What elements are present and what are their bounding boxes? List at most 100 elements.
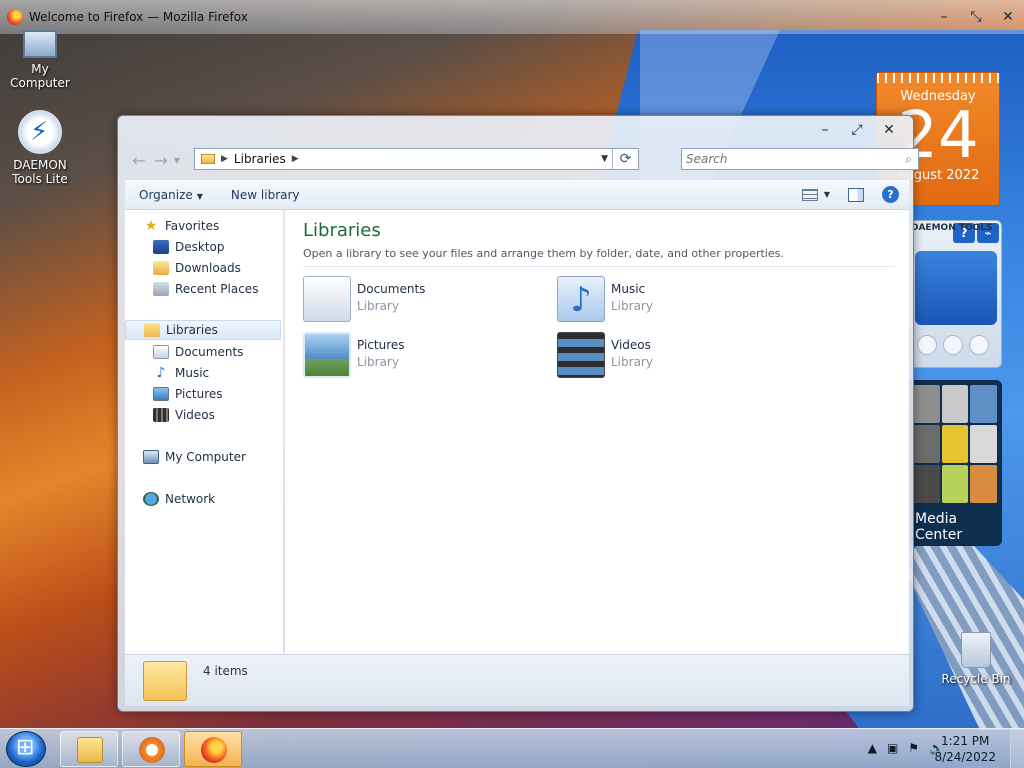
library-text: Documents Library: [357, 276, 425, 313]
media-center-label: Media Center: [915, 511, 963, 543]
nav-item-label: Downloads: [175, 261, 241, 275]
taskbar-media-player-button[interactable]: [122, 731, 180, 767]
mount-icon[interactable]: [917, 335, 937, 355]
desktop-icon-label: DAEMON Tools Lite: [12, 158, 68, 186]
library-type: Library: [611, 355, 653, 369]
daemon-tools-gadget[interactable]: DAEMON TOOLS ? ⌁: [910, 220, 1002, 368]
pictures-library-icon: [303, 332, 351, 378]
nav-item-downloads[interactable]: Downloads: [153, 258, 241, 278]
show-hidden-icons-icon[interactable]: ▲: [868, 741, 877, 755]
action-center-icon[interactable]: ⚑: [908, 741, 919, 755]
nav-item-libraries[interactable]: Libraries: [125, 320, 281, 340]
desktop-icon-label: Recycle Bin: [941, 672, 1011, 686]
nav-item-documents[interactable]: Documents: [153, 342, 243, 362]
media-tile[interactable]: [941, 385, 969, 423]
breadcrumb-separator-icon[interactable]: ▶: [221, 154, 228, 164]
help-icon[interactable]: ?: [882, 186, 899, 203]
clock[interactable]: 1:21 PM 8/24/2022: [934, 733, 996, 765]
firefox-titlebar[interactable]: Welcome to Firefox — Mozilla Firefox – ⤡…: [0, 0, 1024, 34]
library-text: Pictures Library: [357, 332, 405, 369]
view-icon: [801, 188, 818, 201]
add-drive-icon[interactable]: [943, 335, 963, 355]
media-tile[interactable]: [913, 465, 940, 503]
media-tile[interactable]: [970, 385, 997, 423]
nav-item-videos[interactable]: Videos: [153, 405, 215, 425]
media-tile[interactable]: [941, 465, 969, 503]
search-input[interactable]: [686, 152, 886, 166]
organize-label: Organize: [139, 187, 193, 202]
desktop-icon-daemon-tools[interactable]: DAEMON Tools Lite: [0, 110, 80, 186]
show-desktop-button[interactable]: [1010, 729, 1024, 768]
remove-drive-icon[interactable]: [969, 335, 989, 355]
address-bar[interactable]: ▶ Libraries ▶ ▼ ⟳: [194, 148, 639, 170]
clock-time: 1:21 PM: [941, 734, 990, 748]
item-count: 4 items: [203, 664, 248, 678]
nav-item-desktop[interactable]: Desktop: [153, 237, 225, 257]
nav-item-my-computer[interactable]: My Computer: [143, 447, 246, 467]
explorer-window-controls: – ⤢ ✕: [809, 122, 905, 138]
desktop-icon-my-computer[interactable]: My Computer: [0, 30, 80, 90]
daemon-gadget-tools: [911, 329, 1001, 361]
preview-pane-icon[interactable]: [848, 187, 864, 202]
library-documents[interactable]: Documents Library: [303, 276, 425, 322]
daemon-gadget-body[interactable]: [915, 251, 997, 325]
close-button[interactable]: ✕: [873, 122, 905, 138]
nav-item-network[interactable]: Network: [143, 489, 215, 509]
library-pictures[interactable]: Pictures Library: [303, 332, 405, 378]
back-arrow-icon[interactable]: ←: [128, 151, 150, 170]
media-center-gadget[interactable]: Media Center: [908, 380, 1002, 546]
recent-places-icon: [153, 282, 169, 296]
search-icon[interactable]: ⌕: [905, 152, 912, 167]
firefox-window-controls: – ⤡ ✕: [928, 0, 1024, 34]
nav-item-label: Videos: [175, 408, 215, 422]
nav-item-recent-places[interactable]: Recent Places: [153, 279, 258, 299]
folder-icon: [77, 737, 103, 763]
taskbar-firefox-button[interactable]: [184, 731, 242, 767]
media-tile[interactable]: [941, 425, 969, 463]
nav-item-favorites[interactable]: ★ Favorites: [143, 216, 220, 236]
media-tile[interactable]: [913, 385, 940, 423]
desktop-icon-recycle-bin[interactable]: Recycle Bin: [936, 632, 1016, 686]
documents-icon: [153, 345, 169, 359]
library-name: Videos: [611, 338, 651, 352]
refresh-icon[interactable]: ⟳: [612, 149, 638, 169]
start-button[interactable]: [6, 731, 46, 767]
recent-pages-chevron-icon[interactable]: ▼: [172, 156, 182, 165]
new-library-button[interactable]: New library: [217, 188, 314, 202]
breadcrumb-libraries[interactable]: Libraries: [234, 152, 286, 166]
close-button[interactable]: ✕: [992, 9, 1024, 25]
documents-library-icon: [303, 276, 351, 322]
media-tile[interactable]: [970, 465, 997, 503]
explorer-window[interactable]: – ⤢ ✕ ← → ▼ ▶ Libraries ▶ ▼ ⟳ ⌕ Organize…: [117, 115, 919, 712]
breadcrumb-separator-icon[interactable]: ▶: [292, 154, 299, 164]
star-icon: ★: [144, 218, 158, 234]
music-library-icon: ♪: [557, 276, 605, 322]
daemon-tools-icon: [18, 110, 62, 154]
nav-item-pictures[interactable]: Pictures: [153, 384, 223, 404]
nav-item-music[interactable]: ♪ Music: [153, 363, 210, 383]
taskbar-explorer-button[interactable]: [60, 731, 118, 767]
media-tile[interactable]: [970, 425, 997, 463]
network-tray-icon[interactable]: ▣: [887, 741, 898, 755]
minimize-button[interactable]: –: [809, 122, 841, 138]
content-pane: Libraries Open a library to see your fil…: [285, 210, 909, 654]
network-icon: [143, 492, 159, 506]
clock-date: 8/24/2022: [934, 750, 996, 764]
address-dropdown-icon[interactable]: ▼: [601, 154, 608, 164]
maximize-button[interactable]: ⤢: [841, 122, 873, 138]
nav-item-label: Documents: [175, 345, 244, 359]
search-box[interactable]: ⌕: [681, 148, 919, 170]
forward-arrow-icon[interactable]: →: [150, 151, 172, 170]
organize-button[interactable]: Organize ▼: [125, 188, 217, 202]
restore-button[interactable]: ⤡: [960, 9, 992, 25]
library-videos[interactable]: Videos Library: [557, 332, 653, 378]
library-music[interactable]: ♪ Music Library: [557, 276, 653, 322]
firefox-icon: [7, 9, 23, 25]
libraries-folder-icon: [143, 661, 187, 701]
nav-item-label: Recent Places: [175, 282, 259, 296]
change-view-button[interactable]: ▼: [801, 188, 830, 201]
media-tile[interactable]: [913, 425, 940, 463]
daemon-gadget-label: DAEMON TOOLS: [911, 223, 993, 233]
minimize-button[interactable]: –: [928, 9, 960, 25]
nav-item-label: Music: [175, 366, 210, 380]
